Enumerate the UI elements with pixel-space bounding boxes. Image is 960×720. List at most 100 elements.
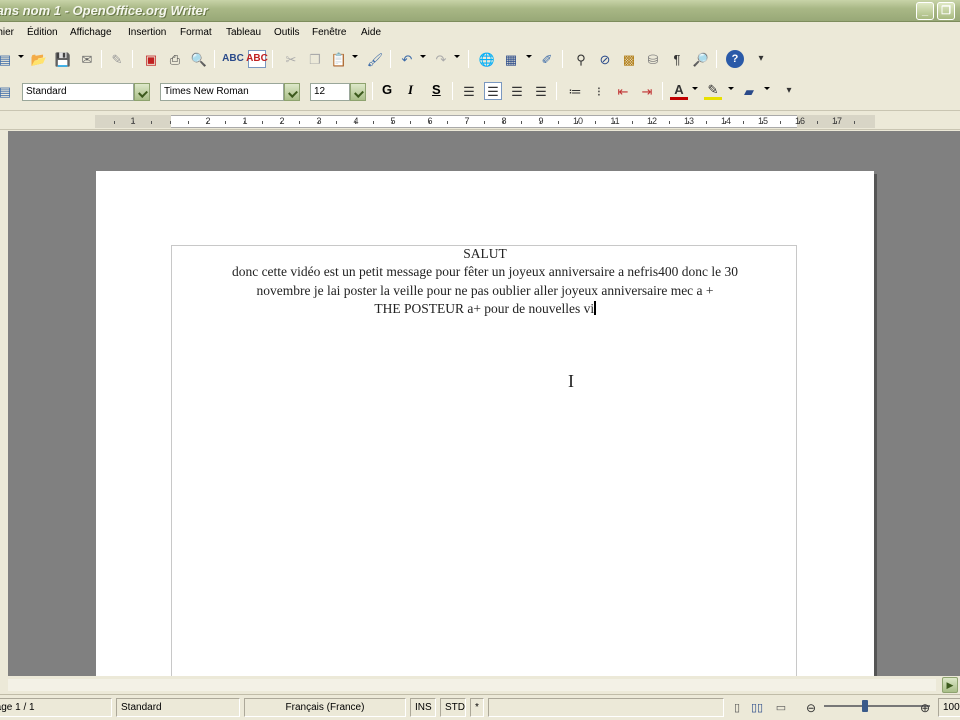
zoom-out-icon[interactable]: ⊖: [802, 699, 820, 717]
ruler-tick: [595, 121, 596, 124]
toolbar-options-icon-2[interactable]: ▾: [780, 82, 798, 100]
help-icon[interactable]: ?: [726, 50, 744, 68]
menu-aide[interactable]: Aide: [361, 27, 381, 38]
insert-mode-indicator[interactable]: INS: [410, 698, 436, 717]
email-icon[interactable]: ✉: [78, 50, 96, 68]
horizontal-scrollbar[interactable]: ▶: [0, 676, 960, 694]
horizontal-ruler[interactable]: 121234567891011121314151617: [0, 110, 960, 130]
selection-mode-indicator[interactable]: STD: [440, 698, 466, 717]
page-style-indicator[interactable]: Standard: [116, 698, 240, 717]
decrease-indent-icon[interactable]: ⇤: [614, 82, 632, 100]
new-dropdown-arrow[interactable]: [18, 55, 24, 58]
document-page[interactable]: SALUT donc cette vidéo est un petit mess…: [96, 171, 874, 676]
scroll-right-button[interactable]: ▶: [942, 677, 958, 693]
numbering-icon[interactable]: ≔: [566, 82, 584, 100]
ruler-tick: [743, 121, 744, 124]
export-pdf-icon[interactable]: ▣: [142, 50, 160, 68]
background-color-icon[interactable]: ▰: [740, 82, 758, 100]
page-indicator[interactable]: Page 1 / 1: [0, 698, 112, 717]
modified-indicator[interactable]: *: [470, 698, 484, 717]
ruler-tick: [392, 121, 393, 124]
menu-fenetre[interactable]: Fenêtre: [312, 27, 346, 38]
multi-page-view-icon[interactable]: ▯▯: [748, 699, 766, 717]
show-draw-functions-icon[interactable]: ✐: [538, 50, 556, 68]
align-center-icon[interactable]: ☰: [484, 82, 502, 100]
table-icon[interactable]: ▦: [502, 50, 520, 68]
bullets-icon[interactable]: ⁝: [590, 82, 608, 100]
font-color-dropdown-arrow[interactable]: [692, 87, 698, 90]
align-right-icon[interactable]: ☰: [508, 82, 526, 100]
bold-button[interactable]: G: [382, 82, 392, 97]
print-icon[interactable]: ⎙: [166, 50, 184, 68]
autospellcheck-icon[interactable]: ABC: [246, 50, 268, 68]
ruler-label: 11: [610, 116, 620, 126]
text-area[interactable]: SALUT donc cette vidéo est un petit mess…: [171, 245, 797, 676]
cut-icon[interactable]: ✂: [282, 50, 300, 68]
signature-indicator[interactable]: [488, 698, 724, 717]
font-size-dropdown[interactable]: [350, 83, 366, 101]
undo-icon[interactable]: ↶: [398, 50, 416, 68]
copy-icon[interactable]: ❐: [306, 50, 324, 68]
ruler-tick: [799, 121, 800, 124]
highlighting-icon[interactable]: ✎: [704, 82, 722, 100]
ruler-label: 12: [646, 116, 658, 126]
book-view-icon[interactable]: ▭: [772, 699, 790, 717]
ruler-tick: [503, 121, 504, 124]
toolbar-options-icon[interactable]: ▾: [752, 50, 770, 68]
font-name-dropdown[interactable]: [284, 83, 300, 101]
highlighting-dropdown-arrow[interactable]: [728, 87, 734, 90]
redo-dropdown-arrow[interactable]: [454, 55, 460, 58]
ruler-tick: [262, 121, 263, 124]
ruler-tick: [836, 121, 837, 124]
menu-outils[interactable]: Outils: [274, 27, 300, 38]
paste-icon[interactable]: 📋: [330, 50, 348, 68]
gallery-icon[interactable]: ▩: [620, 50, 638, 68]
menu-edition[interactable]: Édition: [27, 27, 58, 38]
font-color-icon[interactable]: A: [670, 82, 688, 100]
paragraph-style-dropdown[interactable]: [134, 83, 150, 101]
zoom-slider-track[interactable]: [824, 705, 930, 707]
redo-icon[interactable]: ↷: [432, 50, 450, 68]
table-dropdown-arrow[interactable]: [526, 55, 532, 58]
menu-affichage[interactable]: Affichage: [70, 27, 112, 38]
ruler-tick: [151, 121, 152, 124]
menu-fichier[interactable]: Fichier: [0, 27, 14, 38]
maximize-button[interactable]: ❐: [937, 2, 955, 20]
zoom-level[interactable]: 100%: [938, 698, 960, 717]
zoom-in-icon[interactable]: ⊕: [916, 699, 934, 717]
data-sources-icon[interactable]: ⛁: [644, 50, 662, 68]
spellcheck-icon[interactable]: ABC: [222, 50, 244, 68]
open-icon[interactable]: 📂: [30, 50, 48, 68]
save-icon[interactable]: 💾: [54, 50, 72, 68]
formatting-marks-icon[interactable]: ¶: [668, 50, 686, 68]
menu-tableau[interactable]: Tableau: [226, 27, 261, 38]
justify-icon[interactable]: ☰: [532, 82, 550, 100]
font-name-combo[interactable]: Times New Roman: [160, 83, 284, 101]
language-indicator[interactable]: Français (France): [244, 698, 406, 717]
document-workarea[interactable]: SALUT donc cette vidéo est un petit mess…: [0, 131, 960, 676]
align-left-icon[interactable]: ☰: [460, 82, 478, 100]
styles-formatting-icon[interactable]: ▤: [0, 82, 14, 100]
increase-indent-icon[interactable]: ⇥: [638, 82, 656, 100]
undo-dropdown-arrow[interactable]: [420, 55, 426, 58]
print-preview-icon[interactable]: 🔍: [190, 50, 208, 68]
clone-format-icon[interactable]: 🖌: [366, 50, 384, 68]
font-size-combo[interactable]: 12: [310, 83, 350, 101]
navigator-icon[interactable]: ⊘: [596, 50, 614, 68]
hyperlink-icon[interactable]: 🌐: [478, 50, 496, 68]
minimize-button[interactable]: _: [916, 2, 934, 20]
scrollbar-track[interactable]: [8, 679, 936, 691]
find-replace-icon[interactable]: ⚲: [572, 50, 590, 68]
menu-insertion[interactable]: Insertion: [128, 27, 166, 38]
edit-file-icon[interactable]: ✎: [108, 50, 126, 68]
menu-format[interactable]: Format: [180, 27, 212, 38]
single-page-view-icon[interactable]: ▯: [728, 699, 746, 717]
paste-dropdown-arrow[interactable]: [352, 55, 358, 58]
new-document-icon[interactable]: ▤: [0, 50, 14, 68]
paragraph-style-combo[interactable]: Standard: [22, 83, 134, 101]
zoom-slider-thumb[interactable]: [862, 700, 868, 712]
underline-button[interactable]: S: [432, 82, 441, 97]
italic-button[interactable]: I: [408, 82, 413, 98]
background-color-dropdown-arrow[interactable]: [764, 87, 770, 90]
zoom-icon[interactable]: 🔎: [692, 50, 710, 68]
